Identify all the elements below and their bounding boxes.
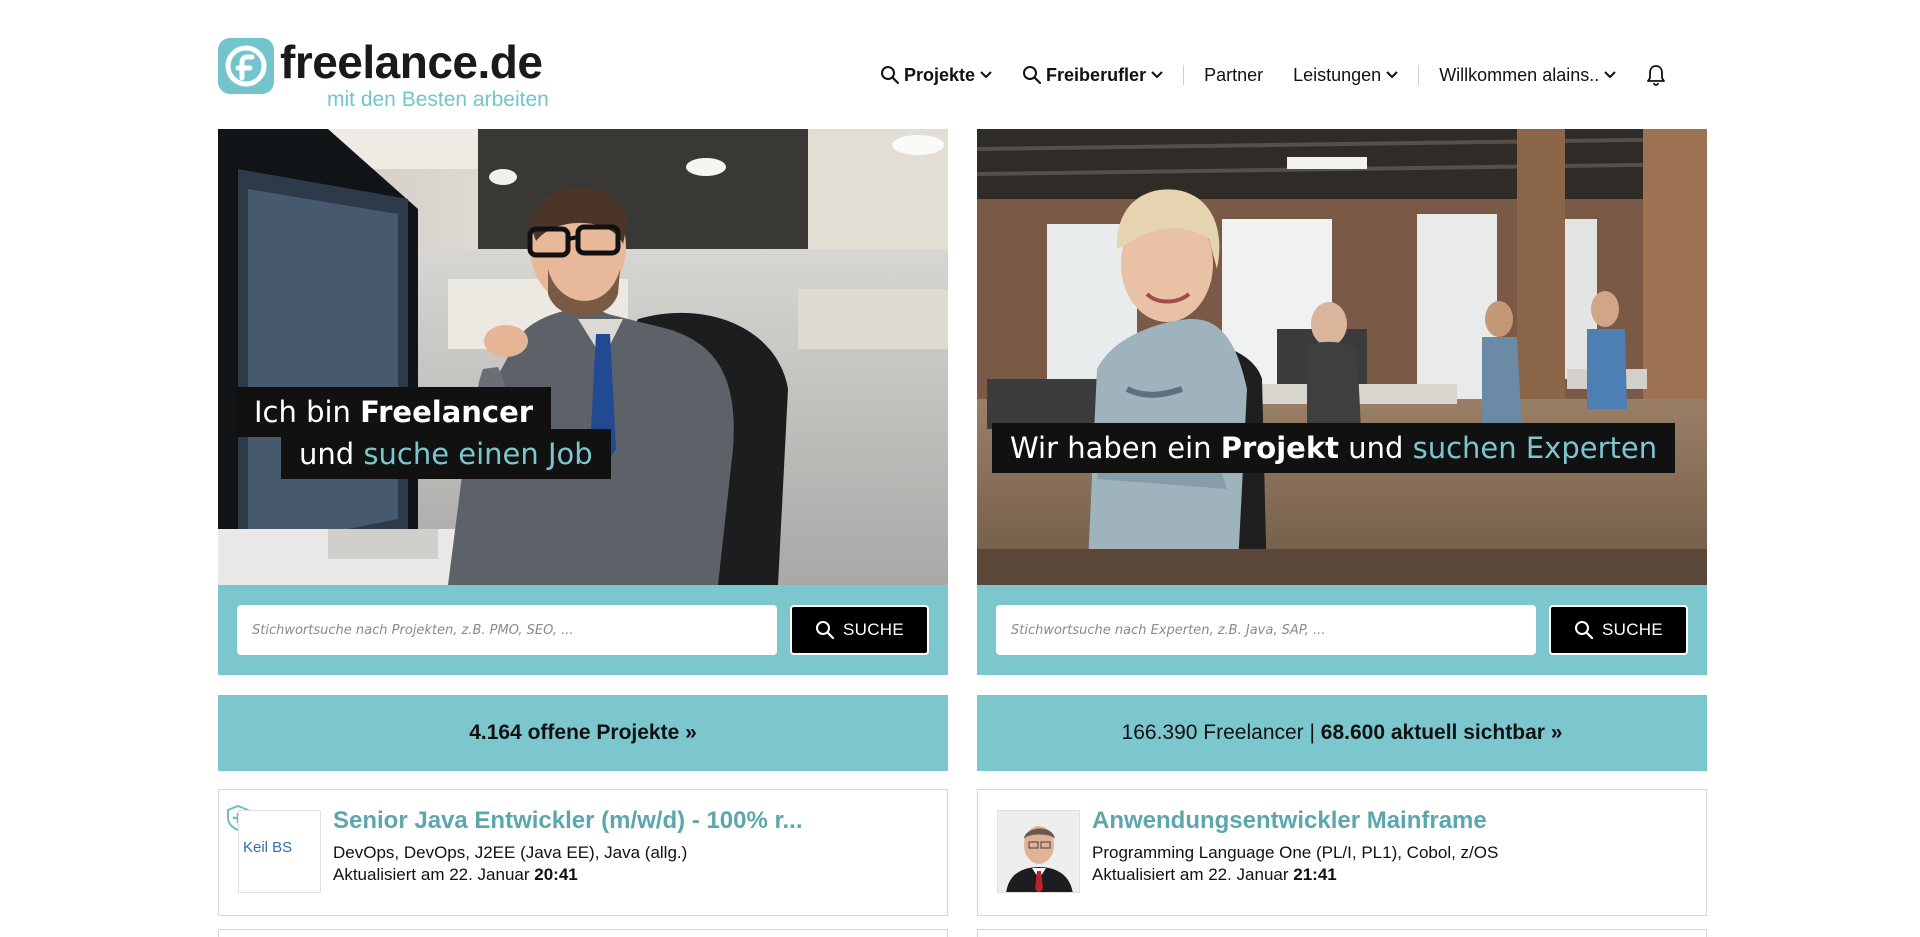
- freelancer-listing-card[interactable]: Anwendungsentwickler Mainframe Programmi…: [977, 789, 1707, 916]
- site-logo[interactable]: freelance.de mit den Besten arbeiten: [218, 36, 558, 112]
- logo-tagline: mit den Besten arbeiten: [327, 88, 549, 111]
- freelancer-search-panel: Ich bin Freelancer und suche einen Job S…: [218, 129, 948, 675]
- freelancer-count-link[interactable]: 166.390 Freelancer | 68.600 aktuell sich…: [977, 695, 1707, 771]
- open-projects-link[interactable]: 4.164 offene Projekte »: [218, 695, 948, 771]
- caption-text: Wir haben ein: [1010, 431, 1221, 465]
- project-search-bar: SUCHE: [218, 585, 948, 675]
- search-button-label: SUCHE: [842, 620, 904, 639]
- nav-projekte[interactable]: Projekte: [880, 58, 992, 92]
- chevron-down-icon: [980, 71, 992, 79]
- freelancer-title[interactable]: Anwendungsentwickler Mainframe: [1092, 806, 1487, 836]
- updated-prefix: Aktualisiert am 22. Januar: [1092, 865, 1294, 884]
- main-nav: Projekte Freiberufler Partner Leistungen: [880, 58, 1666, 92]
- freelancer-avatar: [997, 810, 1080, 893]
- notifications-bell[interactable]: [1646, 58, 1666, 92]
- project-title[interactable]: Senior Java Entwickler (m/w/d) - 100% r.…: [333, 806, 803, 836]
- freelancer-count-label: 166.390 Freelancer |: [1121, 721, 1321, 744]
- caption-text: und: [1338, 431, 1413, 465]
- expert-search-button[interactable]: SUCHE: [1549, 605, 1688, 655]
- caption-text: Ich bin: [254, 395, 361, 429]
- updated-time: 20:41: [534, 865, 578, 884]
- logo-mark-icon: [218, 38, 274, 94]
- freelancer-skills: Programming Language One (PL/I, PL1), Co…: [1092, 843, 1499, 862]
- project-updated: Aktualisiert am 22. Januar 20:41: [333, 864, 578, 886]
- caption-text: und: [299, 437, 364, 471]
- expert-search-panel: Wir haben ein Projekt und suchen Experte…: [977, 129, 1707, 675]
- nav-user-label: Willkommen alains..: [1439, 64, 1600, 85]
- project-listing-card[interactable]: Keil BS Senior Java Entwickler (m/w/d) -…: [218, 789, 948, 916]
- project-skills: DevOps, DevOps, J2EE (Java EE), Java (al…: [333, 843, 688, 862]
- company-logo-text: Keil BS: [243, 839, 293, 856]
- nav-partner-label: Partner: [1204, 64, 1264, 85]
- nav-divider: [1183, 65, 1185, 85]
- caption-accent-text: suche einen Job: [363, 437, 593, 471]
- search-icon: [815, 621, 835, 640]
- nav-leistungen[interactable]: Leistungen: [1293, 58, 1398, 92]
- caption-accent-text: suchen Experten: [1412, 431, 1658, 465]
- open-projects-label: 4.164 offene Projekte »: [469, 721, 697, 744]
- company-logo: Keil BS: [238, 810, 321, 893]
- freelancer-updated: Aktualisiert am 22. Januar 21:41: [1092, 864, 1337, 886]
- search-icon: [1023, 66, 1042, 85]
- nav-divider: [1418, 65, 1420, 85]
- project-listing-card-next[interactable]: [218, 929, 948, 937]
- caption-bold-text: Projekt: [1220, 431, 1339, 465]
- expert-search-bar: SUCHE: [977, 585, 1707, 675]
- expert-caption: Wir haben ein Projekt und suchen Experte…: [992, 423, 1676, 473]
- search-icon: [1574, 621, 1594, 640]
- chevron-down-icon: [1151, 71, 1163, 79]
- visible-freelancers-label: 68.600 aktuell sichtbar »: [1320, 721, 1563, 744]
- nav-partner[interactable]: Partner: [1204, 58, 1263, 92]
- freelancer-listing-card-next[interactable]: [977, 929, 1707, 937]
- search-icon: [881, 66, 900, 85]
- nav-freiberufler-label: Freiberufler: [1046, 64, 1147, 85]
- freelancer-hero-image: Ich bin Freelancer und suche einen Job: [218, 129, 948, 585]
- bell-icon: [1647, 65, 1666, 86]
- chevron-down-icon: [1386, 71, 1398, 79]
- chevron-down-icon: [1604, 71, 1616, 79]
- expert-search-input[interactable]: [996, 605, 1536, 655]
- nav-freiberufler[interactable]: Freiberufler: [1022, 58, 1163, 92]
- nav-user-menu[interactable]: Willkommen alains..: [1439, 58, 1616, 92]
- updated-prefix: Aktualisiert am 22. Januar: [333, 865, 535, 884]
- project-search-input[interactable]: [237, 605, 777, 655]
- logo-wordmark: freelance.de: [280, 36, 543, 88]
- freelancer-caption-line2: und suche einen Job: [281, 429, 611, 479]
- site-header: freelance.de mit den Besten arbeiten Pro…: [0, 0, 1920, 120]
- caption-bold-text: Freelancer: [360, 395, 534, 429]
- nav-projekte-label: Projekte: [904, 64, 976, 85]
- expert-hero-image: Wir haben ein Projekt und suchen Experte…: [977, 129, 1707, 585]
- project-search-button[interactable]: SUCHE: [790, 605, 929, 655]
- nav-leistungen-label: Leistungen: [1293, 64, 1382, 85]
- search-button-label: SUCHE: [1601, 620, 1663, 639]
- updated-time: 21:41: [1293, 865, 1337, 884]
